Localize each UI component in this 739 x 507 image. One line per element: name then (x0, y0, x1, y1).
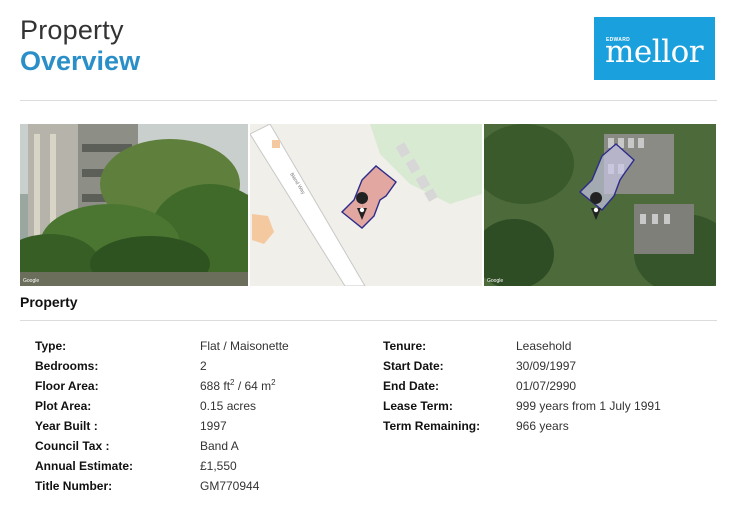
details-right-labels: Tenure: Start Date: End Date: Lease Term… (383, 336, 480, 436)
detail-value: Band A (200, 439, 239, 453)
detail-label: Lease Term: (383, 399, 453, 413)
floor-area-ft: 688 ft (200, 379, 231, 393)
logo-main-text: mellor (605, 34, 704, 70)
detail-value: 01/07/2990 (516, 379, 577, 393)
detail-value: 966 years (516, 419, 569, 433)
detail-value: GM770944 (200, 479, 260, 493)
detail-value: 1997 (200, 419, 227, 433)
detail-label: Title Number: (35, 479, 113, 493)
page-title-line1: Property (20, 15, 124, 45)
section-divider (20, 320, 717, 321)
detail-label: Type: (35, 339, 67, 353)
floor-area-value: 688 ft2 / 64 m2 (200, 376, 289, 396)
detail-label: Tenure: (383, 339, 427, 353)
detail-value: Leasehold (516, 339, 572, 353)
detail-label: Annual Estimate: (35, 459, 134, 473)
details-left-values: Flat / Maisonette 2 688 ft2 / 64 m2 0.15… (200, 336, 289, 496)
property-images: Google Bland Way Google (20, 124, 716, 286)
floor-area-sup-m: 2 (271, 378, 276, 387)
detail-value: 0.15 acres (200, 399, 257, 413)
image-credit: Google (23, 278, 40, 284)
detail-label: Year Built : (35, 419, 98, 433)
detail-label: End Date: (383, 379, 440, 393)
detail-label: Bedrooms: (35, 359, 99, 373)
details-left-labels: Type: Bedrooms: Floor Area: Plot Area: Y… (35, 336, 133, 496)
image-credit: Google (487, 278, 504, 284)
section-title: Property (20, 294, 78, 310)
detail-label: Term Remaining: (383, 419, 481, 433)
detail-label: Plot Area: (35, 399, 92, 413)
page-header: Property Overview (20, 14, 140, 76)
map-view: Bland Way (250, 124, 482, 286)
header-divider (20, 100, 717, 101)
detail-label: Council Tax : (35, 439, 110, 453)
street-view-photo: Google (20, 124, 248, 286)
page-title-line2: Overview (20, 46, 141, 76)
brand-logo: EDWARD mellor (594, 17, 715, 80)
satellite-view: Google (484, 124, 716, 286)
floor-area-m: / 64 m (234, 379, 272, 393)
detail-value: 30/09/1997 (516, 359, 577, 373)
detail-label: Start Date: (383, 359, 444, 373)
detail-value: £1,550 (200, 459, 237, 473)
detail-label: Floor Area: (35, 379, 99, 393)
detail-value: Flat / Maisonette (200, 339, 289, 353)
detail-value: 2 (200, 359, 207, 373)
detail-value: 999 years from 1 July 1991 (516, 399, 661, 413)
details-right-values: Leasehold 30/09/1997 01/07/2990 999 year… (516, 336, 661, 436)
